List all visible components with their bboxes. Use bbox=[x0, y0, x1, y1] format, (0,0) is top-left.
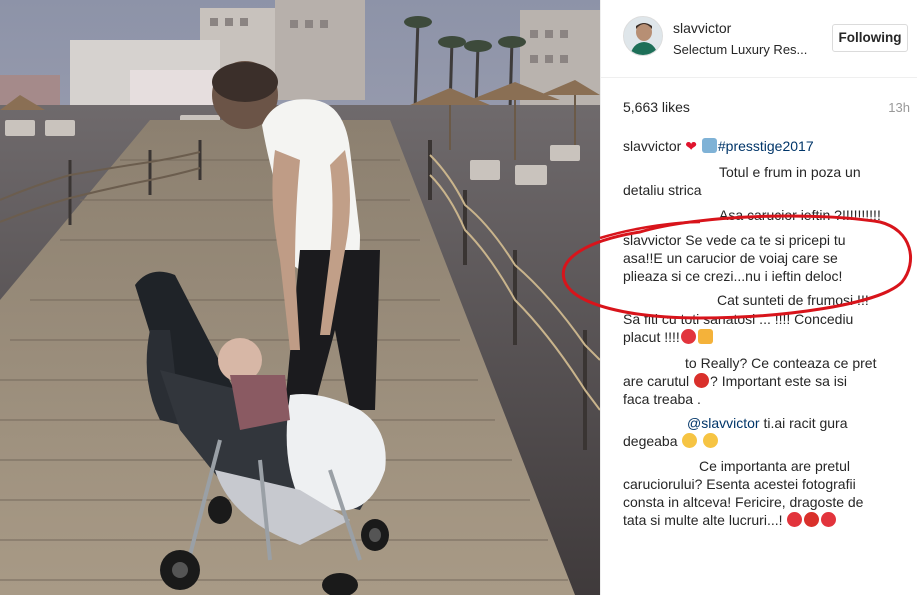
comment-text: tata si multe alte lucruri...! bbox=[623, 512, 783, 528]
thumbs-up-icon bbox=[697, 329, 713, 344]
comment-row: slavvictor Se vede ca te si pricepi tu bbox=[623, 232, 846, 249]
caption-hashtag[interactable]: #presstige2017 bbox=[718, 138, 814, 154]
comment-username[interactable]: slavvictor bbox=[623, 232, 681, 248]
comment-row: placut !!!! bbox=[623, 329, 714, 346]
comment-text: placut !!!! bbox=[623, 329, 680, 345]
comment-mention[interactable]: @slavvictor bbox=[687, 415, 760, 431]
comment-row: are carutul ? Important este sa isi bbox=[623, 373, 847, 390]
caption: slavvictor ❤ #presstige2017 bbox=[623, 138, 814, 155]
comment-text: degeaba bbox=[623, 433, 678, 449]
post-photo bbox=[0, 0, 600, 595]
comment-row: degeaba bbox=[623, 433, 719, 450]
comment-text: Really? Ce conteaza ce pret bbox=[700, 355, 877, 371]
comment-text: are carutul bbox=[623, 373, 690, 389]
avatar-image bbox=[624, 17, 662, 55]
grinning-sweat-icon bbox=[703, 433, 719, 448]
location[interactable]: Selectum Luxury Res... bbox=[673, 42, 807, 57]
avatar[interactable] bbox=[623, 16, 663, 56]
beach-boardwalk-photo bbox=[0, 0, 600, 595]
comment-text: consta in altceva! Fericire, dragoste de bbox=[623, 494, 864, 510]
following-button[interactable]: Following bbox=[832, 24, 908, 52]
comment-text: Asa carucior ieftin ?!!!!!!!!!! bbox=[719, 207, 881, 223]
angry-face-icon bbox=[694, 373, 710, 388]
comment-row: tata si multe alte lucruri...! bbox=[623, 512, 837, 529]
post-sidebar: slavvictor Selectum Luxury Res... Follow… bbox=[600, 0, 917, 595]
red-heart-icon: ❤ bbox=[685, 138, 697, 154]
grinning-sweat-icon bbox=[682, 433, 698, 448]
comment-row: to Really? Ce conteaza ce pret bbox=[685, 355, 876, 372]
comment-text: Sa fiti cu toti sanatosi ... !!!! Conced… bbox=[623, 311, 854, 327]
heart-ribbon-icon bbox=[787, 512, 803, 527]
post-header: slavvictor Selectum Luxury Res... Follow… bbox=[601, 0, 917, 78]
likes-count[interactable]: 5,663 likes bbox=[623, 99, 690, 115]
comment-text: ? Important este sa isi bbox=[710, 373, 847, 389]
comment-text: plieaza si ce crezi...nu i ieftin deloc! bbox=[623, 268, 843, 284]
post-time: 13h bbox=[888, 100, 910, 115]
comment-text: Totul e frum in poza un bbox=[719, 164, 861, 180]
comment-row: @slavvictor ti.ai racit gura bbox=[687, 415, 848, 432]
comment-text: Ce importanta are pretul bbox=[699, 458, 850, 474]
person-emoji-icon bbox=[701, 138, 717, 153]
caption-username[interactable]: slavvictor bbox=[623, 138, 681, 154]
heart-ribbon-icon bbox=[821, 512, 837, 527]
comment-text: faca treaba . bbox=[623, 391, 701, 407]
comment-text: ti.ai racit gura bbox=[763, 415, 848, 431]
comment-text: Se vede ca te si pricepi tu bbox=[685, 232, 846, 248]
heart-ribbon-icon bbox=[680, 329, 696, 344]
comment-text: asa!!E un carucior de voiaj care se bbox=[623, 250, 838, 266]
comment-text: caruciorului? Esenta acestei fotografii bbox=[623, 476, 856, 492]
username[interactable]: slavvictor bbox=[673, 20, 731, 36]
comment-text: detaliu strica bbox=[623, 182, 702, 198]
comment-text: Cat sunteti de frumosi !!! bbox=[717, 292, 869, 308]
comment-text: to bbox=[685, 355, 697, 371]
heart-ribbon-icon bbox=[804, 512, 820, 527]
